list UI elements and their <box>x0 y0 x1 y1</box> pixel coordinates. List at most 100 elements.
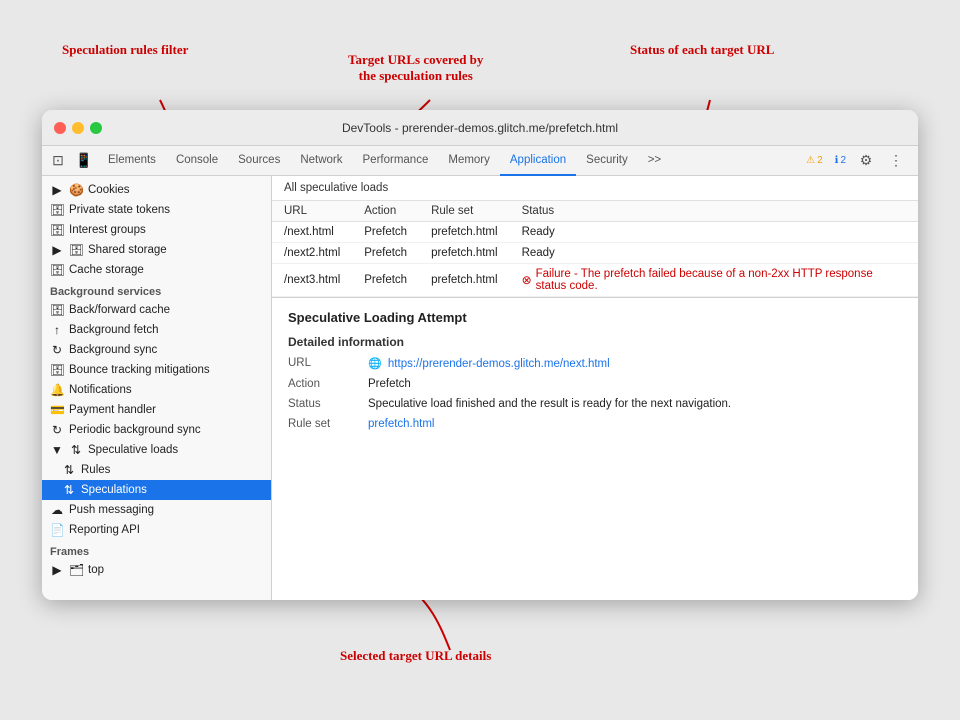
detail-title: Speculative Loading Attempt <box>288 310 902 325</box>
sidebar-item-speculations[interactable]: ⇅ Speculations <box>42 480 271 500</box>
sidebar-item-bounce[interactable]: 🗄 Bounce tracking mitigations <box>42 360 271 380</box>
speculative-header: All speculative loads <box>272 176 918 201</box>
annotation-status-each: Status of each target URL <box>630 42 774 58</box>
sidebar-item-periodic-sync[interactable]: ↻ Periodic background sync <box>42 420 271 440</box>
annotation-speculation-rules: Speculation rules filter <box>62 42 188 58</box>
error-icon: ⊗ <box>522 273 532 287</box>
sidebar-item-top[interactable]: ▶ 🗂 top <box>42 560 271 580</box>
payment-icon: 💳 <box>50 403 64 417</box>
detail-status-row: Status Speculative load finished and the… <box>288 398 902 410</box>
sidebar-label: Payment handler <box>69 404 156 416</box>
browser-window: DevTools - prerender-demos.glitch.me/pre… <box>42 110 918 600</box>
sidebar-label: Periodic background sync <box>69 424 201 436</box>
bg-sync-icon: ↻ <box>50 343 64 357</box>
warning-badge: ⚠ 2 <box>802 154 827 167</box>
minimize-button[interactable] <box>72 122 84 134</box>
speculative-table: URL Action Rule set Status /next.html Pr… <box>272 201 918 297</box>
frame-icon: 🗂 <box>69 563 83 577</box>
tab-performance[interactable]: Performance <box>353 146 439 176</box>
sidebar-item-spec-loads[interactable]: ▼ ⇅ Speculative loads <box>42 440 271 460</box>
sidebar-label: Background fetch <box>69 324 159 336</box>
title-bar: DevTools - prerender-demos.glitch.me/pre… <box>42 110 918 146</box>
rules-icon: ⇅ <box>62 463 76 477</box>
detail-url-link[interactable]: https://prerender-demos.glitch.me/next.h… <box>388 358 610 370</box>
col-url: URL <box>272 201 352 222</box>
tab-application[interactable]: Application <box>500 146 576 176</box>
sidebar-label: Background sync <box>69 344 157 356</box>
detail-subtitle: Detailed information <box>288 335 902 349</box>
sidebar-item-rules[interactable]: ⇅ Rules <box>42 460 271 480</box>
tab-sources[interactable]: Sources <box>228 146 290 176</box>
detail-ruleset-link[interactable]: prefetch.html <box>368 418 434 430</box>
sidebar-item-reporting[interactable]: 📄 Reporting API <box>42 520 271 540</box>
bg-services-label: Background services <box>42 280 271 300</box>
tab-console[interactable]: Console <box>166 146 228 176</box>
sidebar-item-notifications[interactable]: 🔔 Notifications <box>42 380 271 400</box>
tab-network[interactable]: Network <box>290 146 352 176</box>
device-icon[interactable]: 📱 <box>72 149 96 173</box>
periodic-sync-icon: ↻ <box>50 423 64 437</box>
interest-icon: 🗄 <box>50 223 64 237</box>
table-row[interactable]: /next2.html Prefetch prefetch.html Ready <box>272 243 918 264</box>
cell-action: Prefetch <box>352 222 419 243</box>
tab-elements[interactable]: Elements <box>98 146 166 176</box>
sidebar-label: Push messaging <box>69 504 154 516</box>
sidebar-item-payment[interactable]: 💳 Payment handler <box>42 400 271 420</box>
close-button[interactable] <box>54 122 66 134</box>
sidebar-label: Cache storage <box>69 264 144 276</box>
sidebar-label: Speculative loads <box>88 444 178 456</box>
bounce-icon: 🗄 <box>50 363 64 377</box>
maximize-button[interactable] <box>90 122 102 134</box>
sidebar-label: Notifications <box>69 384 132 396</box>
triangle-icon: ▶ <box>50 183 64 197</box>
table-row[interactable]: /next3.html Prefetch prefetch.html ⊗ Fai… <box>272 264 918 297</box>
sidebar-item-bfcache[interactable]: 🗄 Back/forward cache <box>42 300 271 320</box>
speculative-table-container: URL Action Rule set Status /next.html Pr… <box>272 201 918 297</box>
settings-icon[interactable]: ⚙ <box>854 149 878 173</box>
notif-icon: 🔔 <box>50 383 64 397</box>
push-icon: ☁ <box>50 503 64 517</box>
tab-memory[interactable]: Memory <box>438 146 500 176</box>
detail-ruleset-label: Rule set <box>288 418 356 430</box>
sidebar-item-interest-groups[interactable]: 🗄 Interest groups <box>42 220 271 240</box>
sidebar-item-cookies[interactable]: ▶ 🍪 Cookies <box>42 180 271 200</box>
col-ruleset: Rule set <box>419 201 509 222</box>
table-row[interactable]: /next.html Prefetch prefetch.html Ready <box>272 222 918 243</box>
reporting-icon: 📄 <box>50 523 64 537</box>
frames-label: Frames <box>42 540 271 560</box>
devtools-body: ▶ 🍪 Cookies 🗄 Private state tokens 🗄 Int… <box>42 176 918 600</box>
sidebar-item-cache-storage[interactable]: 🗄 Cache storage <box>42 260 271 280</box>
cell-url: /next2.html <box>272 243 352 264</box>
cache-icon: 🗄 <box>50 263 64 277</box>
cell-action: Prefetch <box>352 264 419 297</box>
detail-ruleset-row: Rule set prefetch.html <box>288 418 902 430</box>
sidebar-item-push[interactable]: ☁ Push messaging <box>42 500 271 520</box>
more-options-icon[interactable]: ⋮ <box>884 149 908 173</box>
tab-more[interactable]: >> <box>638 146 671 176</box>
traffic-lights <box>54 122 102 134</box>
cell-action: Prefetch <box>352 243 419 264</box>
sidebar-item-private-state[interactable]: 🗄 Private state tokens <box>42 200 271 220</box>
detail-action-value: Prefetch <box>368 378 411 390</box>
tab-security[interactable]: Security <box>576 146 638 176</box>
sidebar-item-shared-storage[interactable]: ▶ 🗄 Shared storage <box>42 240 271 260</box>
cell-status: Ready <box>510 243 918 264</box>
col-status: Status <box>510 201 918 222</box>
sidebar-label: Interest groups <box>69 224 146 236</box>
triangle-down-icon: ▼ <box>50 443 64 457</box>
bg-fetch-icon: ↑ <box>50 323 64 337</box>
cell-status: Ready <box>510 222 918 243</box>
info-badge: ℹ 2 <box>831 154 850 167</box>
cell-ruleset: prefetch.html <box>419 243 509 264</box>
cell-url: /next.html <box>272 222 352 243</box>
sidebar-item-bg-sync[interactable]: ↻ Background sync <box>42 340 271 360</box>
triangle-icon: ▶ <box>50 563 64 577</box>
sidebar: ▶ 🍪 Cookies 🗄 Private state tokens 🗄 Int… <box>42 176 272 600</box>
sidebar-label: top <box>88 564 104 576</box>
sidebar-item-bg-fetch[interactable]: ↑ Background fetch <box>42 320 271 340</box>
private-state-icon: 🗄 <box>50 203 64 217</box>
inspect-icon[interactable]: ⊡ <box>46 149 70 173</box>
bfcache-icon: 🗄 <box>50 303 64 317</box>
window-title: DevTools - prerender-demos.glitch.me/pre… <box>342 121 618 135</box>
devtools-tabbar: ⊡ 📱 Elements Console Sources Network Per… <box>42 146 918 176</box>
